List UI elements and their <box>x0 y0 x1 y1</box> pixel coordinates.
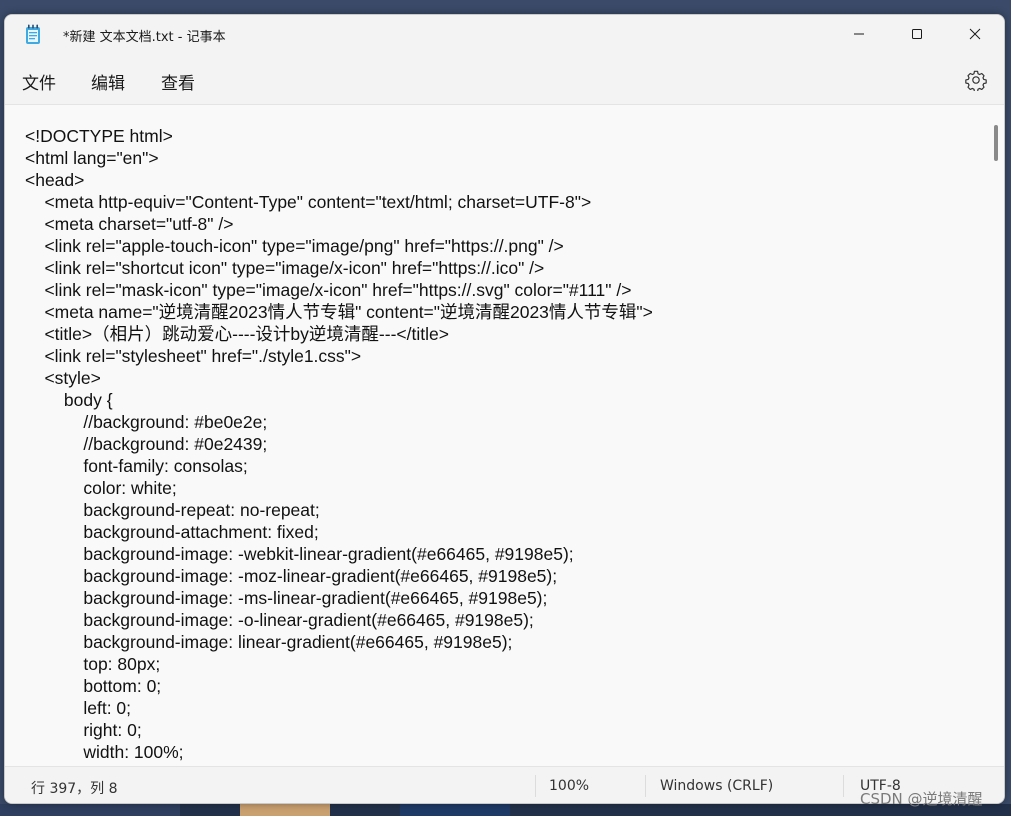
editor-line: top: 80px; <box>25 654 161 674</box>
window-title: *新建 文本文档.txt - 记事本 <box>63 30 226 45</box>
editor-text[interactable]: <!DOCTYPE html> <html lang="en"> <head> … <box>25 125 653 763</box>
notepad-app-icon <box>26 24 40 44</box>
editor-line: <style> <box>25 368 101 388</box>
zoom-level: 100% <box>549 778 590 794</box>
editor-line: background-attachment: fixed; <box>25 522 319 542</box>
text-editor[interactable]: <!DOCTYPE html> <html lang="en"> <head> … <box>5 104 1004 767</box>
editor-line: right: 0; <box>25 720 142 740</box>
editor-line: background-image: -ms-linear-gradient(#e… <box>25 588 548 608</box>
editor-line: <link rel="mask-icon" type="image/x-icon… <box>25 280 632 300</box>
editor-line: background-image: -o-linear-gradient(#e6… <box>25 610 534 630</box>
watermark: CSDN @逆境清醒 <box>860 790 983 808</box>
status-divider <box>645 775 646 797</box>
editor-line: <link rel="stylesheet" href="./style1.cs… <box>25 346 362 366</box>
menu-edit[interactable]: 编辑 <box>91 69 125 94</box>
editor-line: font-family: consolas; <box>25 456 248 476</box>
editor-line: left: 0; <box>25 698 132 718</box>
editor-line: //background: #0e2439; <box>25 434 268 454</box>
menu-file[interactable]: 文件 <box>22 69 56 94</box>
editor-line: <meta http-equiv="Content-Type" content=… <box>25 192 592 212</box>
editor-line: background-repeat: no-repeat; <box>25 500 320 520</box>
minimize-button[interactable] <box>830 15 888 53</box>
editor-line: color: white; <box>25 478 177 498</box>
editor-line: width: 100%; <box>25 742 184 762</box>
editor-line: background-image: -moz-linear-gradient(#… <box>25 566 558 586</box>
title-bar: *新建 文本文档.txt - 记事本 <box>5 15 1004 55</box>
notepad-window: *新建 文本文档.txt - 记事本 文件 编辑 查看 <!DOCTYPE ht… <box>4 14 1005 804</box>
editor-line: body { <box>25 390 113 410</box>
editor-line: <!DOCTYPE html> <box>25 126 173 146</box>
status-divider <box>843 775 844 797</box>
minimize-icon <box>854 33 864 35</box>
maximize-button[interactable] <box>888 15 946 53</box>
editor-line: <meta charset="utf-8" /> <box>25 214 234 234</box>
editor-line: <link rel="shortcut icon" type="image/x-… <box>25 258 545 278</box>
close-button[interactable] <box>946 15 1004 53</box>
close-icon <box>969 28 981 40</box>
menu-view[interactable]: 查看 <box>161 69 195 94</box>
editor-line: <head> <box>25 170 85 190</box>
line-ending: Windows (CRLF) <box>660 778 774 794</box>
editor-line: <title>（相片）跳动爱心----设计by逆境清醒---</title> <box>25 324 449 344</box>
gear-icon[interactable] <box>965 69 987 91</box>
status-divider <box>535 775 536 797</box>
maximize-icon <box>912 29 922 39</box>
editor-line: bottom: 0; <box>25 676 162 696</box>
editor-line: background-image: -webkit-linear-gradien… <box>25 544 574 564</box>
editor-line: //background: #be0e2e; <box>25 412 268 432</box>
cursor-position: 行 397，列 8 <box>31 781 118 797</box>
vertical-scrollbar[interactable] <box>994 125 998 161</box>
editor-line: background-image: linear-gradient(#e6646… <box>25 632 513 652</box>
editor-line: <link rel="apple-touch-icon" type="image… <box>25 236 564 256</box>
editor-line: <html lang="en"> <box>25 148 159 168</box>
menu-bar: 文件 编辑 查看 <box>5 55 1004 104</box>
editor-line: <meta name="逆境清醒2023情人节专辑" content="逆境清醒… <box>25 302 653 322</box>
status-bar: 行 397，列 8 100% Windows (CRLF) UTF-8 <box>5 766 1004 803</box>
